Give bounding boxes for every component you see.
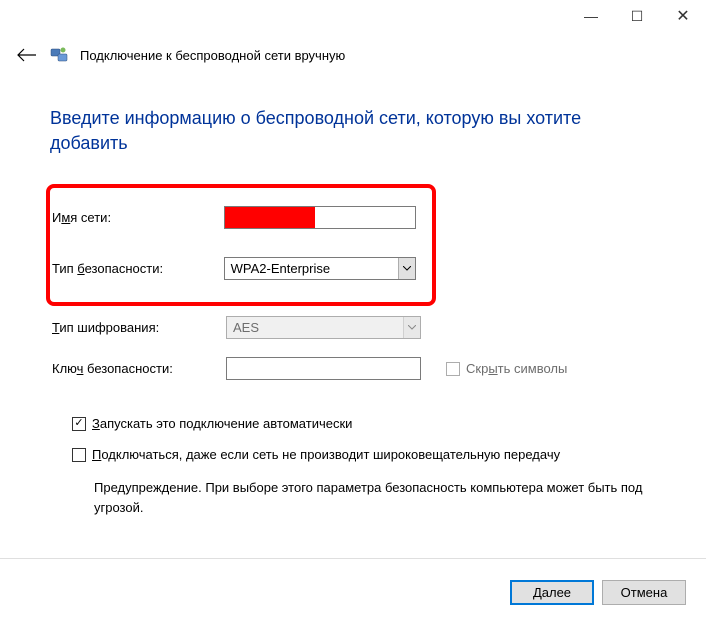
security-type-select[interactable]: WPA2-Enterprise <box>224 257 416 280</box>
redaction-block <box>225 207 315 228</box>
wizard-header: Подключение к беспроводной сети вручную <box>0 32 706 76</box>
back-arrow-icon[interactable] <box>16 44 38 66</box>
security-type-label: Тип безопасности: <box>50 261 224 276</box>
encryption-type-row: Тип шифрования: AES <box>50 316 656 339</box>
auto-connect-checkbox[interactable]: ✓ <box>72 417 86 431</box>
cancel-button[interactable]: Отмена <box>602 580 686 605</box>
security-key-input[interactable] <box>226 357 421 380</box>
security-key-label: Ключ безопасности: <box>50 361 226 376</box>
page-heading: Введите информацию о беспроводной сети, … <box>50 106 656 156</box>
hide-characters-row: Скрыть символы <box>446 361 567 376</box>
auto-connect-row: ✓ Запускать это подключение автоматическ… <box>72 416 656 431</box>
network-name-row: Имя сети: <box>50 206 416 229</box>
chevron-down-icon <box>403 317 420 338</box>
wizard-footer: Далее Отмена <box>510 580 686 605</box>
encryption-type-value: AES <box>227 320 403 335</box>
auto-connect-label: Запускать это подключение автоматически <box>92 416 352 431</box>
hide-characters-checkbox <box>446 362 460 376</box>
wizard-title: Подключение к беспроводной сети вручную <box>80 48 345 63</box>
connect-hidden-row: Подключаться, даже если сеть не производ… <box>72 447 656 462</box>
window-titlebar: — ☐ ✕ <box>0 0 706 32</box>
network-name-input[interactable] <box>224 206 416 229</box>
network-wizard-icon <box>50 46 68 64</box>
minimize-button[interactable]: — <box>568 0 614 32</box>
highlight-annotation: Имя сети: Тип безопасности: WPA2-Enterpr… <box>46 184 436 306</box>
connect-hidden-label: Подключаться, даже если сеть не производ… <box>92 447 560 462</box>
encryption-type-select: AES <box>226 316 421 339</box>
close-button[interactable]: ✕ <box>660 0 706 32</box>
security-type-row: Тип безопасности: WPA2-Enterprise <box>50 257 416 280</box>
maximize-button[interactable]: ☐ <box>614 0 660 32</box>
encryption-type-label: Тип шифрования: <box>50 320 226 335</box>
hide-characters-label: Скрыть символы <box>466 361 567 376</box>
security-type-value: WPA2-Enterprise <box>225 261 398 276</box>
network-name-label: Имя сети: <box>50 210 224 225</box>
next-button[interactable]: Далее <box>510 580 594 605</box>
warning-text: Предупреждение. При выборе этого парамет… <box>94 478 654 517</box>
connect-hidden-checkbox[interactable] <box>72 448 86 462</box>
form-lower: Тип шифрования: AES Ключ безопасности: С… <box>50 316 656 380</box>
chevron-down-icon <box>398 258 415 279</box>
footer-divider <box>0 558 706 559</box>
wizard-content: Введите информацию о беспроводной сети, … <box>0 76 706 527</box>
security-key-row: Ключ безопасности: Скрыть символы <box>50 357 656 380</box>
